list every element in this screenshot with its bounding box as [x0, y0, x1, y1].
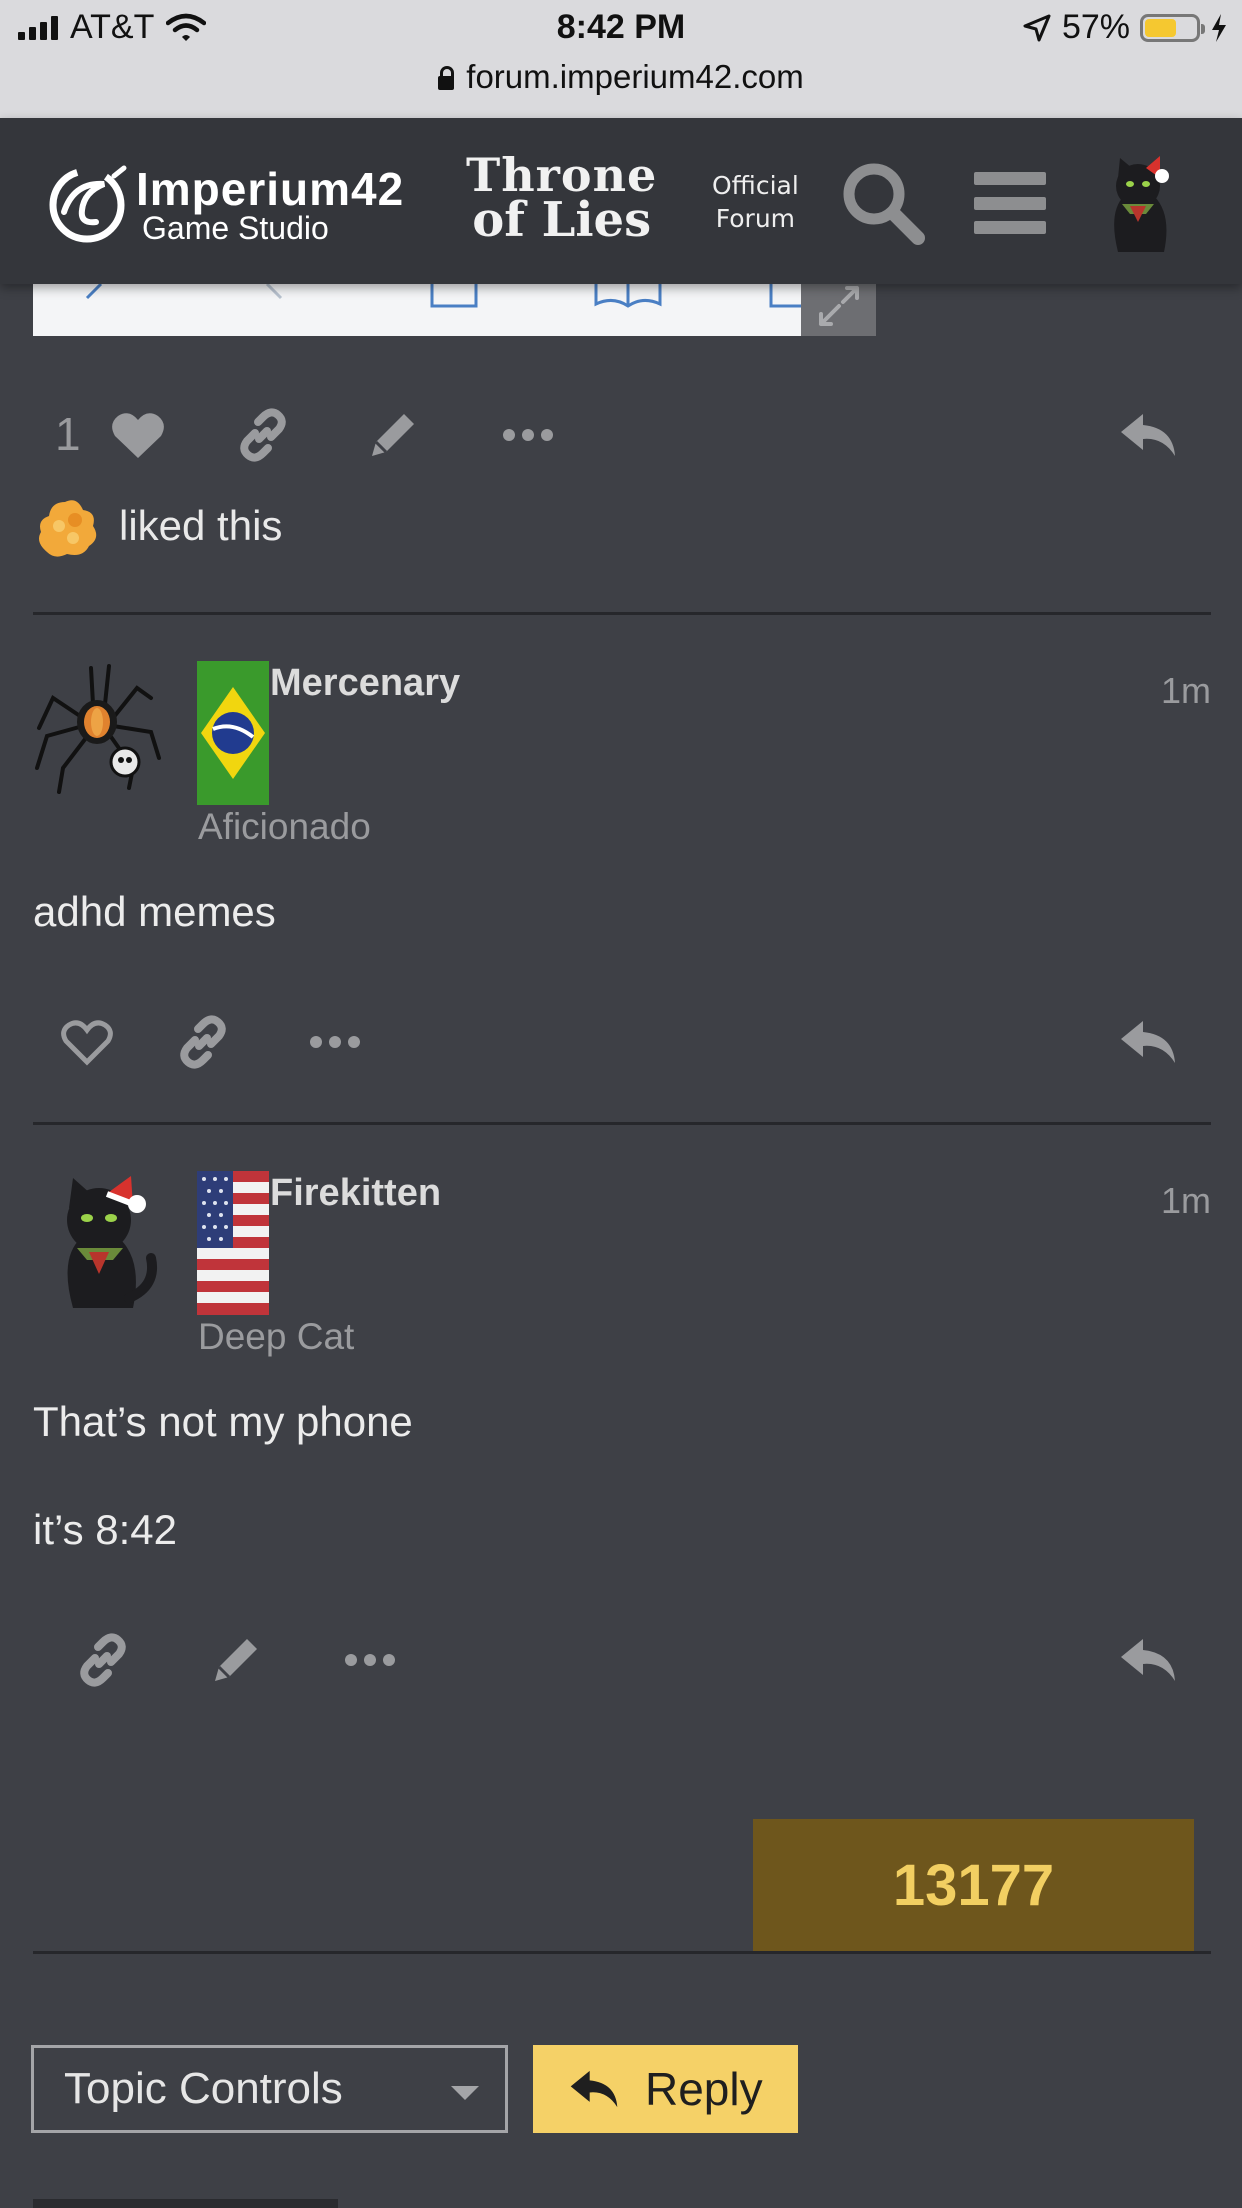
lock-icon — [438, 66, 455, 90]
reply-arrow-icon — [1121, 414, 1175, 456]
bookmarks-icon[interactable] — [593, 284, 663, 310]
caret-down-icon — [451, 2086, 479, 2100]
link-icon — [240, 408, 286, 462]
copy-link-button[interactable] — [63, 1620, 143, 1700]
battery-percent: 57% — [1061, 8, 1130, 46]
ellipsis-icon — [503, 429, 553, 441]
pencil-icon — [372, 414, 414, 456]
brazil-flag-icon — [197, 661, 269, 805]
official-forum-label[interactable]: Official Forum — [712, 170, 799, 235]
url-text: forum.imperium42.com — [466, 58, 804, 95]
user-title: Aficionado — [198, 806, 371, 847]
post-actions: 1 — [33, 395, 1211, 475]
usa-flag-icon — [197, 1171, 269, 1315]
more-options-button[interactable] — [295, 1002, 375, 1082]
post-actions — [33, 1002, 1211, 1082]
share-icon[interactable] — [429, 284, 479, 310]
liked-text: liked this — [119, 502, 283, 549]
address-bar[interactable]: forum.imperium42.com — [0, 58, 1242, 96]
reply-arrow-icon — [1121, 1639, 1175, 1681]
post-body-paragraph: That’s not my phone — [33, 1398, 413, 1445]
link-icon — [180, 1015, 226, 1069]
location-arrow-icon — [1023, 14, 1051, 41]
user-title: Deep Cat — [198, 1316, 355, 1357]
status-right-group: 57% — [1022, 8, 1228, 47]
edit-button[interactable] — [196, 1620, 276, 1700]
liked-by-row: liked this — [33, 492, 282, 560]
throne-of-lies-logo[interactable]: Throne of Lies — [466, 152, 657, 248]
copy-link-button[interactable] — [163, 1002, 243, 1082]
post-timestamp[interactable]: 1m — [1161, 1180, 1211, 1222]
post-body-paragraph: it’s 8:42 — [33, 1506, 177, 1553]
like-button[interactable] — [103, 395, 173, 475]
chevron-right-icon[interactable] — [259, 284, 289, 304]
heart-outline-icon — [61, 1020, 113, 1066]
embedded-preview[interactable] — [33, 284, 801, 336]
post-body: adhd memes — [33, 888, 276, 935]
reply-post-button[interactable] — [1108, 1002, 1188, 1082]
mercenary-avatar[interactable] — [33, 658, 165, 798]
more-options-button[interactable] — [330, 1620, 410, 1700]
firekitten-avatar[interactable] — [33, 1168, 165, 1308]
expand-icon — [819, 286, 859, 326]
topic-controls-label: Topic Controls — [64, 2064, 343, 2113]
reply-post-button[interactable] — [1108, 395, 1188, 475]
post-divider — [33, 612, 1211, 615]
tabs-icon[interactable] — [768, 284, 801, 314]
ellipsis-icon — [345, 1654, 395, 1666]
pencil-icon — [215, 1639, 257, 1681]
imperium42-logo[interactable]: Imperium42 Game Studio — [44, 162, 404, 248]
post-author[interactable]: Firekitten — [270, 1172, 441, 1215]
reply-arrow-icon — [570, 2070, 618, 2108]
copy-link-button[interactable] — [223, 395, 303, 475]
brand-name: Imperium42 — [136, 163, 405, 215]
search-icon[interactable] — [838, 158, 928, 248]
brand-sub: Game Studio — [142, 210, 329, 246]
ios-status-bar: AT&T 8:42 PM 57% forum.imperium42.com — [0, 0, 1242, 118]
post-author[interactable]: Mercenary — [270, 662, 460, 705]
topic-controls-dropdown[interactable]: Topic Controls — [31, 2045, 508, 2133]
expand-button[interactable] — [801, 284, 876, 336]
reply-post-button[interactable] — [1108, 1620, 1188, 1700]
post-timestamp[interactable]: 1m — [1161, 670, 1211, 712]
reply-arrow-icon — [1121, 1021, 1175, 1063]
hamburger-menu-icon[interactable] — [974, 172, 1046, 234]
official-line1: Official — [712, 171, 799, 200]
reply-button-label: Reply — [645, 2063, 763, 2115]
like-count: 1 — [55, 408, 81, 460]
official-line2: Forum — [715, 203, 796, 233]
topic-end-divider — [33, 1951, 1211, 1954]
reply-button[interactable]: Reply — [533, 2045, 798, 2133]
more-options-button[interactable] — [488, 395, 568, 475]
chevron-left-icon[interactable] — [79, 284, 109, 304]
edit-button[interactable] — [353, 395, 433, 475]
post-actions — [33, 1620, 1211, 1700]
user-avatar[interactable] — [1090, 152, 1186, 252]
like-button[interactable] — [47, 1002, 127, 1082]
charging-bolt-icon — [1212, 13, 1226, 42]
bottom-panel-edge — [33, 2199, 338, 2208]
post-divider — [33, 1122, 1211, 1125]
link-icon — [80, 1633, 126, 1687]
topic-progress-counter[interactable]: 13177 — [753, 1819, 1194, 1951]
battery-icon — [1140, 13, 1205, 42]
site-header: Imperium42 Game Studio Throne of Lies Of… — [0, 118, 1242, 284]
heart-filled-icon — [112, 413, 164, 458]
swirl-logo-icon — [49, 165, 127, 243]
ellipsis-icon — [310, 1036, 360, 1048]
game-title-line2: of Lies — [472, 191, 652, 248]
liker-avatar[interactable] — [33, 492, 101, 560]
